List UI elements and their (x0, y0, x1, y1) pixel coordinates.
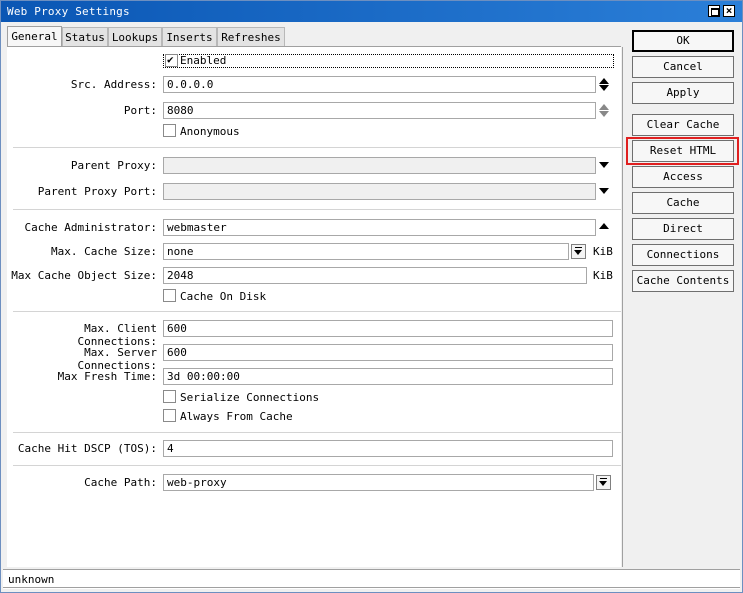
tab-refreshes[interactable]: Refreshes (217, 27, 285, 46)
direct-button[interactable]: Direct (632, 218, 734, 240)
cache-path-input[interactable]: web-proxy (163, 474, 594, 491)
parent-proxy-label: Parent Proxy: (70, 159, 157, 172)
parent-proxy-dropdown-icon[interactable] (599, 162, 609, 168)
separator (13, 465, 621, 466)
panel-divider (622, 47, 623, 567)
status-bar: unknown (3, 569, 740, 589)
cache-contents-button[interactable]: Cache Contents (632, 270, 734, 292)
cache-button[interactable]: Cache (632, 192, 734, 214)
parent-proxy-port-input[interactable] (163, 183, 596, 200)
max-fresh-time-label: Max Fresh Time: (57, 370, 157, 383)
src-address-input[interactable]: 0.0.0.0 (163, 76, 596, 93)
src-address-up-icon[interactable] (599, 78, 609, 84)
cache-hit-dscp-input[interactable]: 4 (163, 440, 613, 457)
enabled-checkbox[interactable] (165, 53, 178, 67)
window-title: Web Proxy Settings (7, 5, 130, 18)
max-client-connections-label: Max. Client Connections: (77, 322, 157, 348)
apply-button[interactable]: Apply (632, 82, 734, 104)
src-address-down-icon[interactable] (599, 85, 609, 91)
separator (13, 147, 621, 148)
web-proxy-settings-window: Web Proxy Settings × General Status Look… (0, 0, 743, 593)
tab-general[interactable]: General (7, 26, 62, 47)
anonymous-checkbox[interactable] (163, 124, 176, 137)
src-address-label: Src. Address: (70, 78, 157, 91)
separator (13, 432, 621, 433)
cache-path-label: Cache Path: (84, 476, 157, 489)
serialize-connections-checkbox[interactable] (163, 390, 176, 403)
max-cache-object-size-unit: KiB (593, 269, 613, 282)
tab-lookups[interactable]: Lookups (108, 27, 162, 46)
connections-button[interactable]: Connections (632, 244, 734, 266)
clear-cache-button[interactable]: Clear Cache (632, 114, 734, 136)
cache-administrator-collapse-icon[interactable] (599, 223, 609, 229)
max-cache-object-size-input[interactable]: 2048 (163, 267, 587, 284)
enabled-label: Enabled (180, 54, 227, 67)
close-icon[interactable]: × (723, 5, 735, 17)
general-panel: Enabled Src. Address: 0.0.0.0 Port: 8080… (7, 47, 621, 567)
tab-status[interactable]: Status (62, 27, 108, 46)
max-cache-object-size-label: Max Cache Object Size: (11, 269, 157, 282)
title-bar[interactable]: Web Proxy Settings × (1, 1, 742, 22)
serialize-connections-label: Serialize Connections (180, 391, 320, 404)
cache-hit-dscp-label: Cache Hit DSCP (TOS): (17, 442, 157, 455)
max-cache-size-unit: KiB (593, 245, 613, 258)
cache-on-disk-label: Cache On Disk (180, 290, 267, 303)
always-from-cache-checkbox[interactable] (163, 409, 176, 422)
reset-html-highlight (626, 137, 739, 165)
port-input[interactable]: 8080 (163, 102, 596, 119)
separator (13, 209, 621, 210)
ok-button[interactable]: OK (632, 30, 734, 52)
cache-on-disk-checkbox[interactable] (163, 289, 176, 302)
status-divider (3, 587, 740, 588)
parent-proxy-input[interactable] (163, 157, 596, 174)
cache-path-dropdown-icon[interactable] (596, 475, 611, 490)
status-text: unknown (8, 573, 55, 586)
always-from-cache-label: Always From Cache (180, 410, 293, 423)
cancel-button[interactable]: Cancel (632, 56, 734, 78)
separator (13, 311, 621, 312)
port-label: Port: (123, 104, 157, 117)
parent-proxy-port-dropdown-icon[interactable] (599, 188, 609, 194)
parent-proxy-port-label: Parent Proxy Port: (37, 185, 157, 198)
port-up-icon[interactable] (599, 104, 609, 110)
cache-administrator-input[interactable]: webmaster (163, 219, 596, 236)
maximize-icon[interactable] (708, 5, 720, 17)
max-server-connections-label: Max. Server Connections: (77, 346, 157, 372)
enabled-focus-outline (163, 54, 614, 68)
max-server-connections-input[interactable]: 600 (163, 344, 613, 361)
anonymous-label: Anonymous (180, 125, 240, 138)
max-fresh-time-input[interactable]: 3d 00:00:00 (163, 368, 613, 385)
cache-administrator-label: Cache Administrator: (24, 221, 157, 234)
max-cache-size-label: Max. Cache Size: (51, 245, 157, 258)
port-down-icon[interactable] (599, 111, 609, 117)
max-cache-size-dropdown-icon[interactable] (571, 244, 586, 259)
max-client-connections-input[interactable]: 600 (163, 320, 613, 337)
access-button[interactable]: Access (632, 166, 734, 188)
max-cache-size-input[interactable]: none (163, 243, 569, 260)
tab-inserts[interactable]: Inserts (162, 27, 217, 46)
